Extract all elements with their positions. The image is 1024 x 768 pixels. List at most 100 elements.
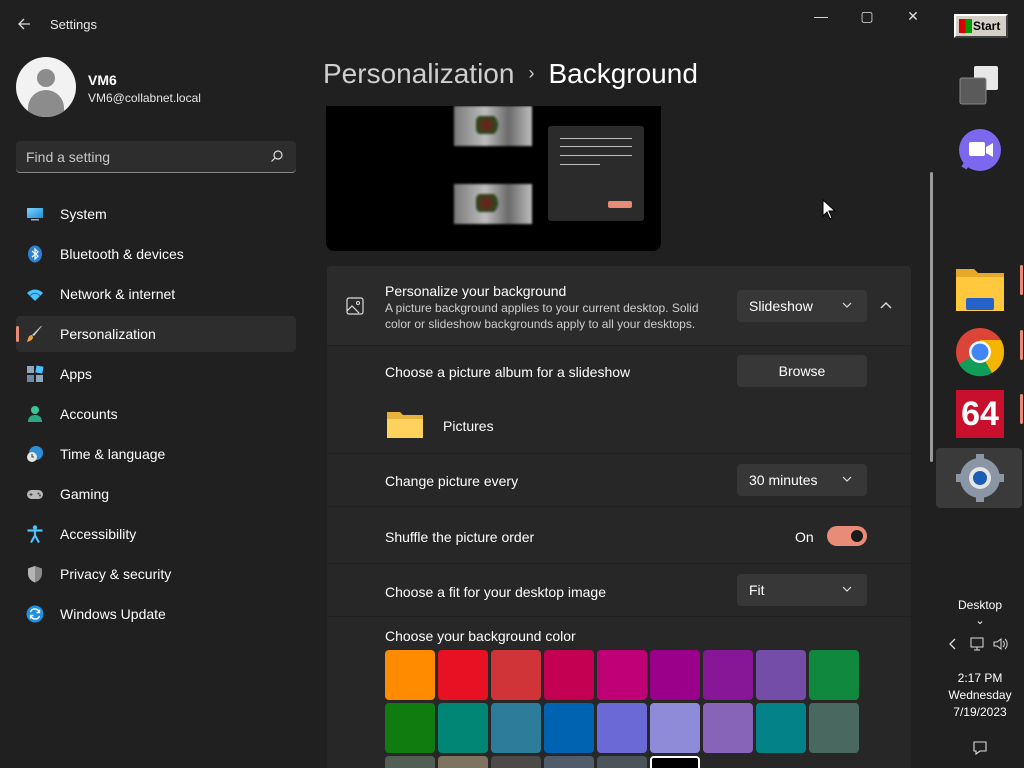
- color-swatch[interactable]: [491, 703, 541, 753]
- nav-personalization[interactable]: Personalization: [16, 316, 296, 352]
- color-label: Choose your background color: [385, 628, 576, 644]
- color-swatch[interactable]: [544, 756, 594, 768]
- nav-privacy-security[interactable]: Privacy & security: [16, 556, 296, 592]
- nav-apps[interactable]: Apps: [16, 356, 296, 392]
- background-settings-card[interactable]: Personalize your background A picture ba…: [327, 266, 911, 345]
- avatar[interactable]: [16, 57, 76, 117]
- nav-label: Windows Update: [60, 606, 166, 622]
- nav-time-language[interactable]: Time & language: [16, 436, 296, 472]
- background-title: Personalize your background: [385, 283, 567, 299]
- volume-icon[interactable]: [992, 636, 1008, 652]
- color-swatch[interactable]: [650, 756, 700, 768]
- color-swatch[interactable]: [703, 650, 753, 700]
- color-swatch[interactable]: [650, 650, 700, 700]
- browse-button[interactable]: Browse: [737, 355, 867, 387]
- chevron-left-icon[interactable]: [948, 638, 958, 650]
- settings-icon: [956, 454, 1004, 502]
- file-explorer-button[interactable]: [952, 262, 1008, 318]
- background-type-dropdown[interactable]: Slideshow: [737, 290, 867, 322]
- color-swatch[interactable]: [385, 756, 435, 768]
- meet-button[interactable]: [952, 122, 1008, 178]
- color-swatch[interactable]: [597, 756, 647, 768]
- task-view-button[interactable]: [952, 58, 1008, 114]
- fit-dropdown[interactable]: Fit: [737, 574, 867, 606]
- notification-icon[interactable]: [972, 740, 988, 756]
- interval-dropdown[interactable]: 30 minutes: [737, 464, 867, 496]
- color-swatch[interactable]: [809, 650, 859, 700]
- color-swatch[interactable]: [809, 703, 859, 753]
- toggle-knob: [851, 530, 863, 542]
- nav-label: Accessibility: [60, 526, 137, 542]
- color-swatch[interactable]: [544, 703, 594, 753]
- color-swatch[interactable]: [385, 703, 435, 753]
- preview-line: [560, 138, 632, 139]
- selection-indicator: [16, 326, 19, 342]
- nav-windows-update[interactable]: Windows Update: [16, 596, 296, 632]
- dropdown-value: 30 minutes: [749, 472, 818, 488]
- color-swatch[interactable]: [756, 703, 806, 753]
- search-icon[interactable]: [270, 149, 284, 163]
- desktop-label[interactable]: Desktop: [936, 598, 1024, 612]
- color-swatch[interactable]: [438, 756, 488, 768]
- scrollbar[interactable]: [930, 172, 933, 462]
- breadcrumb-separator: ›: [528, 63, 535, 83]
- search-box[interactable]: [16, 141, 296, 173]
- color-swatch[interactable]: [438, 703, 488, 753]
- breadcrumb-parent[interactable]: Personalization: [323, 58, 514, 89]
- search-input[interactable]: [26, 147, 266, 167]
- aida64-icon: 64: [956, 390, 1004, 438]
- person-icon: [28, 406, 42, 422]
- dropdown-value: Fit: [749, 582, 765, 598]
- user-email: VM6@collabnet.local: [88, 91, 201, 105]
- background-color-section: Choose your background color: [327, 617, 911, 768]
- color-swatch[interactable]: [385, 650, 435, 700]
- double-chevron-down-icon[interactable]: ⌄: [936, 614, 1024, 627]
- wifi-icon: [27, 289, 43, 301]
- apps-icon: [27, 365, 44, 382]
- nav-network-internet[interactable]: Network & internet: [16, 276, 296, 312]
- preview-desktop-icon: [454, 106, 532, 146]
- maximize-button[interactable]: ▢: [844, 4, 890, 30]
- nav-bluetooth-devices[interactable]: Bluetooth & devices: [16, 236, 296, 272]
- color-swatch[interactable]: [650, 703, 700, 753]
- clock-day[interactable]: Wednesday: [936, 688, 1024, 702]
- start-label: Start: [973, 19, 1001, 33]
- color-swatch[interactable]: [703, 703, 753, 753]
- image-icon: [346, 297, 364, 315]
- color-swatch[interactable]: [491, 756, 541, 768]
- nav-label: Privacy & security: [60, 566, 172, 582]
- clock-date[interactable]: 7/19/2023: [936, 705, 1024, 719]
- task-view-icon: [959, 66, 998, 105]
- preview-line: [560, 164, 600, 165]
- network-icon[interactable]: [969, 636, 985, 652]
- color-swatch[interactable]: [491, 650, 541, 700]
- nav-system[interactable]: System: [16, 196, 296, 232]
- aida64-button[interactable]: 64: [952, 386, 1008, 442]
- settings-taskbar-button[interactable]: [936, 448, 1022, 508]
- interval-row: Change picture every 30 minutes: [327, 454, 911, 506]
- start-button[interactable]: Start: [954, 14, 1008, 38]
- color-swatch[interactable]: [438, 650, 488, 700]
- clock-time[interactable]: 2:17 PM: [936, 671, 1024, 685]
- color-swatch[interactable]: [756, 650, 806, 700]
- close-button[interactable]: ✕: [890, 4, 936, 30]
- back-button[interactable]: [12, 12, 36, 36]
- running-indicator: [1020, 394, 1023, 424]
- monitor-icon: [27, 208, 43, 221]
- nav-label: System: [60, 206, 107, 222]
- shuffle-toggle[interactable]: [827, 526, 867, 546]
- chevron-up-icon[interactable]: [880, 300, 892, 312]
- windows-logo-icon: [959, 19, 972, 33]
- color-swatch[interactable]: [544, 650, 594, 700]
- minimize-button[interactable]: —: [798, 4, 844, 30]
- breadcrumb: Personalization › Background: [323, 58, 698, 90]
- color-swatch[interactable]: [597, 703, 647, 753]
- taskbar: Start 64 Desktop ⌄ 2:17 PM Wednesday 7/1…: [936, 0, 1024, 768]
- chrome-button[interactable]: [952, 324, 1008, 380]
- color-swatch[interactable]: [597, 650, 647, 700]
- album-row: Choose a picture album for a slideshow B…: [327, 346, 911, 453]
- nav-gaming[interactable]: Gaming: [16, 476, 296, 512]
- nav-accounts[interactable]: Accounts: [16, 396, 296, 432]
- nav-label: Accounts: [60, 406, 118, 422]
- nav-accessibility[interactable]: Accessibility: [16, 516, 296, 552]
